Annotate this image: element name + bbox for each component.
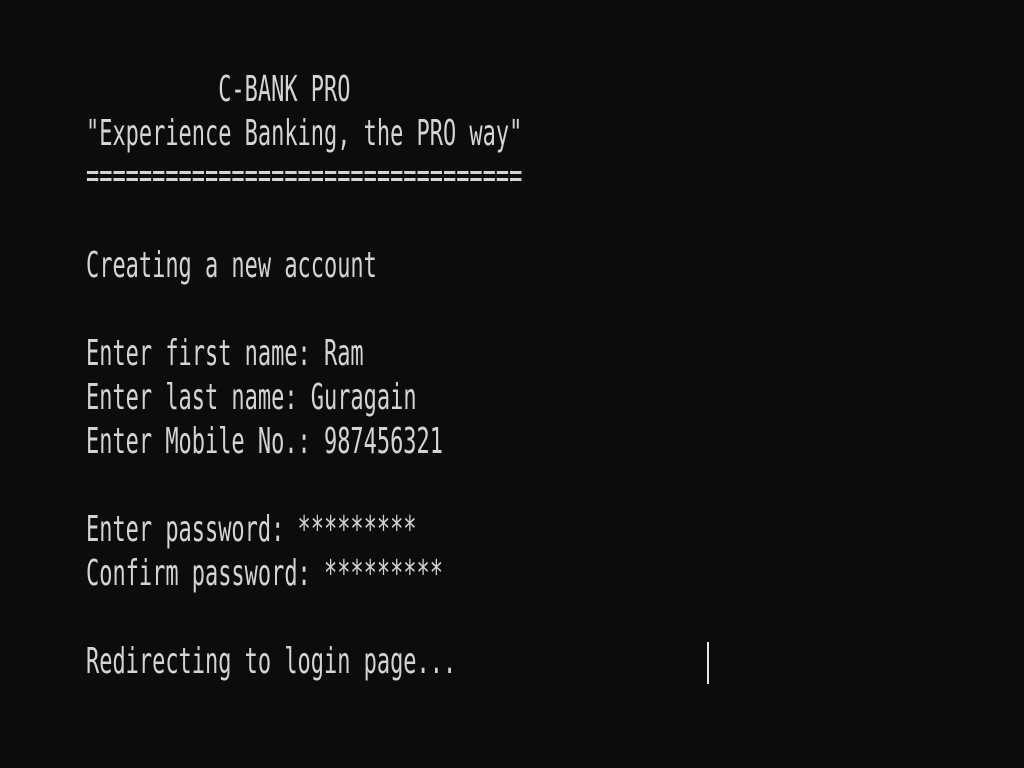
terminal-window[interactable]: C-BANK PRO "Experience Banking, the PRO … bbox=[0, 0, 1024, 768]
last-name-prompt: Enter last name: bbox=[86, 377, 311, 418]
separator-line: ================================= bbox=[86, 155, 523, 196]
password-value: ********* bbox=[297, 509, 417, 550]
text-cursor bbox=[707, 642, 709, 684]
last-name-line: Enter last name: Guragain bbox=[86, 376, 417, 420]
confirm-password-line: Confirm password: ********* bbox=[86, 552, 443, 596]
first-name-line: Enter first name: Ram bbox=[86, 332, 364, 376]
password-line: Enter password: ********* bbox=[86, 508, 417, 552]
password-prompt: Enter password: bbox=[86, 509, 298, 550]
status-message: Redirecting to login page... bbox=[86, 641, 457, 682]
last-name-value: Guragain bbox=[310, 377, 417, 418]
first-name-value: Ram bbox=[323, 333, 364, 374]
first-name-prompt: Enter first name: bbox=[86, 333, 324, 374]
mobile-line: Enter Mobile No.: 987456321 bbox=[86, 420, 443, 464]
mobile-prompt: Enter Mobile No.: bbox=[86, 421, 324, 462]
mobile-value: 987456321 bbox=[323, 421, 443, 462]
app-title: C-BANK PRO bbox=[86, 69, 351, 110]
app-slogan: "Experience Banking, the PRO way" bbox=[86, 113, 523, 154]
confirm-password-prompt: Confirm password: bbox=[86, 553, 324, 594]
confirm-password-value: ********* bbox=[323, 553, 443, 594]
section-heading: Creating a new account bbox=[86, 245, 377, 286]
